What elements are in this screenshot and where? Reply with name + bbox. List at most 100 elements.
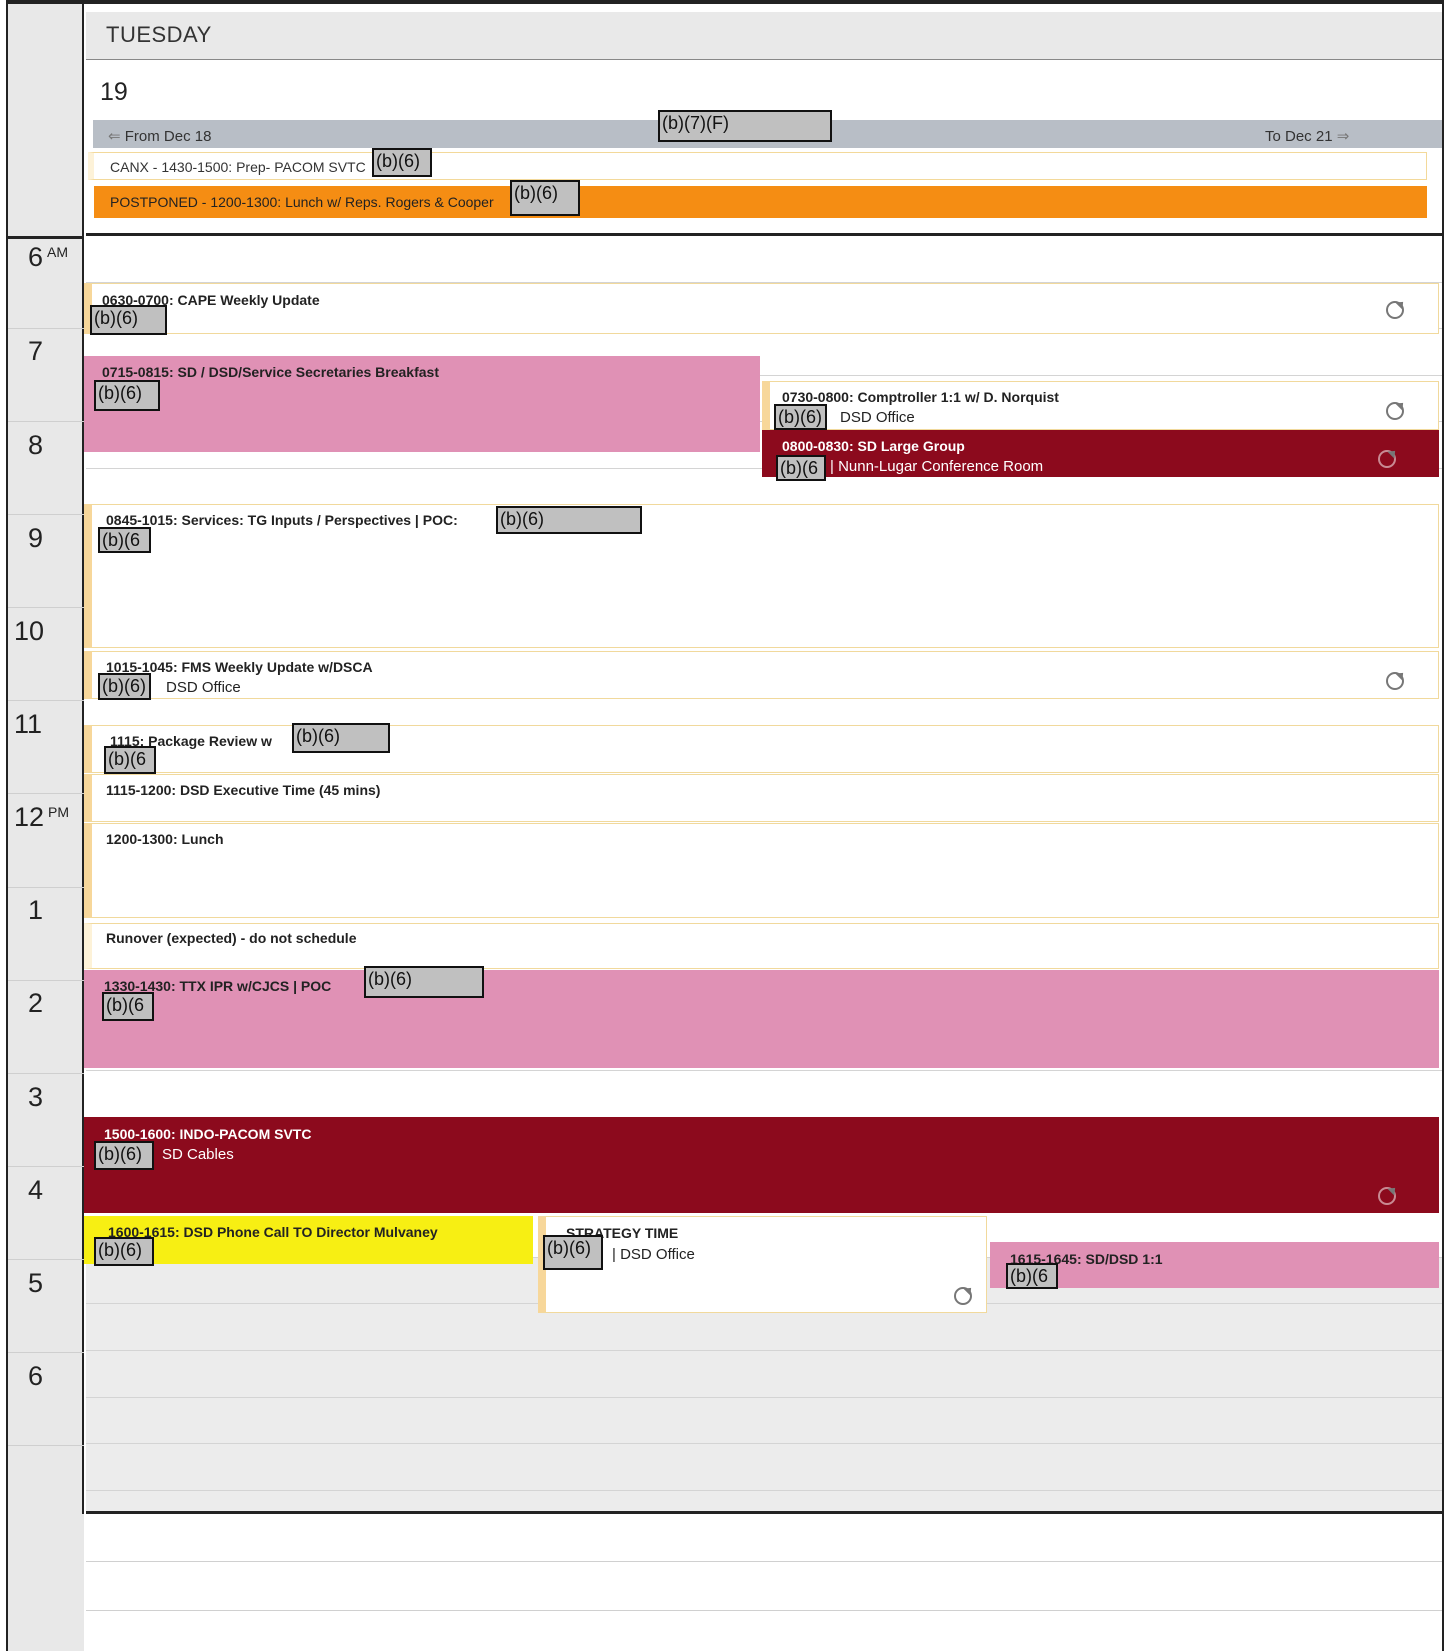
grid-line xyxy=(86,1070,1442,1071)
event-location: | Nunn-Lugar Conference Room xyxy=(830,458,1044,475)
grid-line xyxy=(86,1397,1442,1398)
day-name: TUESDAY xyxy=(106,22,212,47)
event-title: 1500-1600: INDO-PACOM SVTC xyxy=(104,1126,312,1142)
redaction-box: (b)(6) xyxy=(94,380,160,411)
event-title: 0715-0815: SD / DSD/Service Secretaries … xyxy=(102,364,439,380)
hour-label: 3 xyxy=(28,1082,44,1112)
nav-to[interactable]: To Dec 21 ⇒ xyxy=(1265,127,1349,145)
hour-label: 8 xyxy=(28,430,44,460)
event-title: 0845-1015: Services: TG Inputs / Perspec… xyxy=(106,512,458,528)
redaction-box: (b)(6) xyxy=(94,1141,154,1170)
redaction-box: (b)(6 xyxy=(776,455,826,481)
event-location: | DSD Office xyxy=(612,1246,695,1263)
gutter-line xyxy=(8,236,84,239)
redaction-box: (b)(6 xyxy=(98,527,151,553)
sync-icon xyxy=(954,1287,972,1305)
day-number[interactable]: 19 xyxy=(100,78,128,107)
arrow-right-icon: ⇒ xyxy=(1336,128,1350,145)
gutter-line xyxy=(8,514,84,515)
allday-event-canx[interactable]: CANX - 1430-1500: Prep- PACOM SVTC xyxy=(88,152,1427,180)
hour-label: 5 xyxy=(28,1268,44,1298)
event-comptroller[interactable]: 0730-0800: Comptroller 1:1 w/ D. Norquis… xyxy=(762,381,1439,430)
bottom-separator xyxy=(86,1511,1442,1514)
arrow-left-icon: ⇐ xyxy=(108,128,121,145)
event-fms-weekly-update[interactable]: 1015-1045: FMS Weekly Update w/DSCA DSD … xyxy=(84,651,1439,699)
grid-line xyxy=(86,1610,1442,1611)
event-breakfast[interactable]: 0715-0815: SD / DSD/Service Secretaries … xyxy=(84,356,760,452)
event-lunch[interactable]: 1200-1300: Lunch xyxy=(84,823,1439,918)
redaction-box: (b)(6) xyxy=(292,723,390,753)
gutter-line xyxy=(8,328,84,329)
hour-label: 2 xyxy=(28,988,44,1018)
nav-from[interactable]: ⇐ From Dec 18 xyxy=(108,127,211,145)
event-dsd-executive-time[interactable]: 1115-1200: DSD Executive Time (45 mins) xyxy=(84,774,1439,822)
redaction-box: (b)(6 xyxy=(102,992,154,1021)
time-gutter-bottom xyxy=(8,1514,84,1651)
redaction-box: (b)(6) xyxy=(98,673,151,700)
nav-from-label: From Dec 18 xyxy=(124,128,212,145)
redaction-box: (b)(6) xyxy=(94,1237,154,1266)
event-title: 0800-0830: SD Large Group xyxy=(782,438,965,454)
event-indo-pacom-svtc[interactable]: 1500-1600: INDO-PACOM SVTC SD Cables xyxy=(84,1117,1439,1213)
gutter-line xyxy=(8,1166,84,1167)
hour-label: 4 xyxy=(28,1175,44,1205)
event-runover[interactable]: Runover (expected) - do not schedule xyxy=(84,923,1439,969)
redaction-box: (b)(6 xyxy=(1006,1263,1058,1289)
event-strategy-time[interactable]: STRATEGY TIME | DSD Office xyxy=(538,1216,987,1313)
hour-label: 7 xyxy=(28,336,44,366)
event-title: 1200-1300: Lunch xyxy=(106,831,224,847)
nav-to-label: To Dec 21 xyxy=(1265,128,1333,145)
event-title: 0730-0800: Comptroller 1:1 w/ D. Norquis… xyxy=(782,389,1059,405)
redaction-box: (b)(6) xyxy=(543,1235,603,1270)
hour-label: 12 PM xyxy=(14,802,70,832)
hour-label: 6 xyxy=(28,1361,44,1391)
hour-label: 1 xyxy=(28,895,44,925)
sync-icon xyxy=(1386,402,1404,420)
gutter-line xyxy=(8,887,84,888)
gutter-line xyxy=(8,1073,84,1074)
grid-line xyxy=(86,1561,1442,1562)
redaction-box: (b)(6 xyxy=(104,746,156,774)
redaction-box: (b)(6) xyxy=(90,305,167,335)
redaction-box: (b)(6) xyxy=(364,966,484,998)
redaction-box: (b)(6) xyxy=(774,404,827,430)
hour-label: 9 xyxy=(28,523,44,553)
grid-line xyxy=(86,1350,1442,1351)
day-header xyxy=(86,12,1442,60)
hour-label: 10 xyxy=(14,616,45,646)
grid-line xyxy=(86,1443,1442,1444)
gutter-line xyxy=(8,793,84,794)
event-services-tg-inputs[interactable]: 0845-1015: Services: TG Inputs / Perspec… xyxy=(84,504,1439,648)
gutter-line xyxy=(8,1259,84,1260)
hour-label: 6 AM xyxy=(28,242,69,272)
hour-label: 11 xyxy=(14,709,43,739)
sync-icon xyxy=(1378,1187,1396,1205)
event-title: CANX - 1430-1500: Prep- PACOM SVTC xyxy=(110,159,366,175)
redaction-box: (b)(6) xyxy=(510,180,580,216)
event-location: DSD Office xyxy=(166,679,241,696)
sync-icon xyxy=(1386,672,1404,690)
event-title: Runover (expected) - do not schedule xyxy=(106,930,357,946)
redaction-box: (b)(7)(F) xyxy=(658,110,832,142)
sync-icon xyxy=(1386,301,1404,319)
event-sd-large-group[interactable]: 0800-0830: SD Large Group | Nunn-Lugar C… xyxy=(762,430,1439,477)
event-cape-weekly-update[interactable]: 0630-0700: CAPE Weekly Update xyxy=(84,283,1439,334)
gutter-line xyxy=(8,607,84,608)
gutter-line xyxy=(8,1352,84,1353)
event-title: POSTPONED - 1200-1300: Lunch w/ Reps. Ro… xyxy=(110,194,494,210)
allday-event-postponed[interactable]: POSTPONED - 1200-1300: Lunch w/ Reps. Ro… xyxy=(88,186,1427,218)
grid-line xyxy=(86,1490,1442,1491)
gutter-line xyxy=(8,980,84,981)
event-title: 1115-1200: DSD Executive Time (45 mins) xyxy=(106,782,381,798)
event-title: 1600-1615: DSD Phone Call TO Director Mu… xyxy=(108,1224,438,1240)
redaction-box: (b)(6) xyxy=(496,506,642,534)
event-package-review[interactable]: 1115: Package Review w xyxy=(84,725,1439,773)
sync-icon xyxy=(1378,450,1396,468)
redaction-box: (b)(6) xyxy=(372,148,432,177)
event-ttx-ipr[interactable]: 1330-1430: TTX IPR w/CJCS | POC xyxy=(84,970,1439,1068)
gutter-line xyxy=(8,1445,84,1446)
gutter-line xyxy=(8,700,84,701)
event-location: DSD Office xyxy=(840,409,915,426)
gutter-line xyxy=(8,421,84,422)
event-location: SD Cables xyxy=(162,1146,234,1163)
